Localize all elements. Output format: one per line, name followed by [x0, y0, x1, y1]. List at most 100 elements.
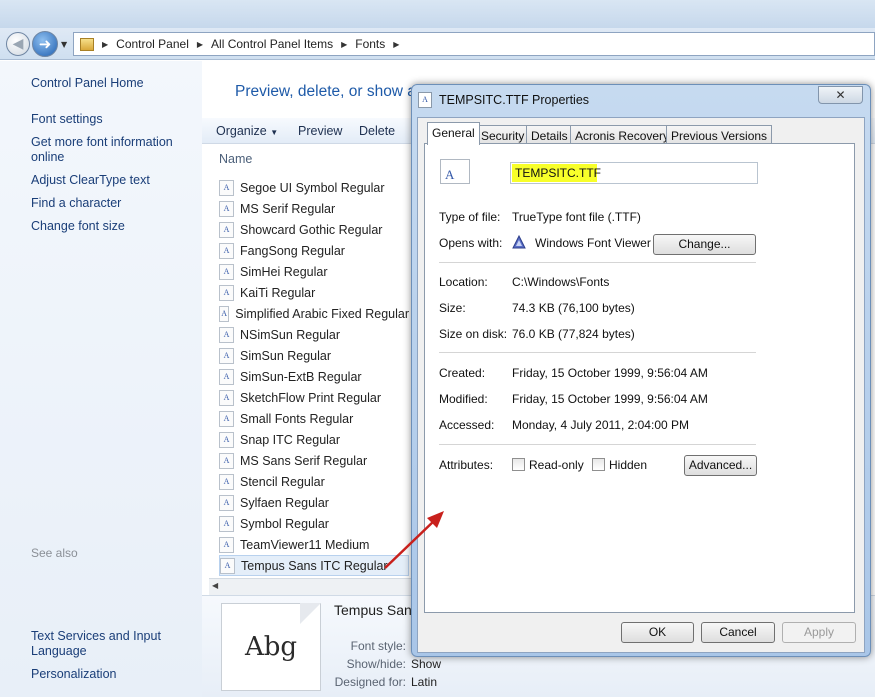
opens-with-label: Opens with:	[439, 236, 503, 250]
font-file-icon: A	[219, 389, 234, 406]
apply-button[interactable]: Apply	[782, 622, 856, 643]
file-name-value[interactable]: TEMPSITC.TTF	[512, 164, 601, 182]
font-list-item[interactable]: A SimHei Regular	[219, 261, 409, 282]
font-list-item[interactable]: A Simplified Arabic Fixed Regular	[219, 303, 409, 324]
read-only-label[interactable]: Read-only	[529, 458, 584, 472]
tab-previous-versions[interactable]: Previous Versions	[666, 125, 773, 144]
scroll-left-icon[interactable]: ◀	[212, 581, 218, 590]
font-name: SimSun-ExtB Regular	[240, 369, 362, 384]
designed-for-value: Latin	[411, 675, 438, 689]
font-file-icon: A	[219, 410, 234, 427]
font-name: Small Fonts Regular	[240, 411, 354, 426]
font-file-icon: A	[219, 326, 234, 343]
see-also-heading: See also	[31, 546, 78, 560]
font-file-icon: A	[219, 494, 234, 511]
font-list-item[interactable]: A Stencil Regular	[219, 471, 409, 492]
tab-details[interactable]: Details	[526, 125, 573, 144]
font-list-item[interactable]: A KaiTi Regular	[219, 282, 409, 303]
forward-button[interactable]: ➜	[32, 31, 58, 57]
font-name: MS Serif Regular	[240, 201, 336, 216]
location-value: C:\Windows\Fonts	[512, 275, 610, 289]
change-button[interactable]: Change...	[653, 234, 756, 255]
show-hide-value: Show	[411, 657, 442, 671]
breadcrumb-all-items[interactable]: All Control Panel Items	[211, 37, 333, 51]
address-bar[interactable]: ▶ Control Panel ▶ All Control Panel Item…	[73, 32, 875, 56]
breadcrumb-fonts[interactable]: Fonts	[355, 37, 385, 51]
font-list-item[interactable]: A Showcard Gothic Regular	[219, 219, 409, 240]
font-file-icon: A	[219, 200, 234, 217]
sidebar-link-personalization[interactable]: Personalization	[31, 667, 191, 682]
recent-pages-dropdown-icon[interactable]: ▼	[61, 40, 67, 49]
font-name: MS Sans Serif Regular	[240, 453, 368, 468]
font-list-item[interactable]: A FangSong Regular	[219, 240, 409, 261]
tab-security[interactable]: Security	[476, 125, 530, 144]
font-file-icon: A	[219, 347, 234, 364]
horizontal-scrollbar[interactable]: ◀	[209, 578, 414, 595]
read-only-checkbox[interactable]	[512, 458, 525, 471]
font-file-icon: A	[219, 431, 234, 448]
cancel-button[interactable]: Cancel	[701, 622, 775, 643]
chevron-right-icon[interactable]: ▶	[341, 40, 347, 49]
type-of-file-label: Type of file:	[439, 210, 501, 224]
column-header-name[interactable]: Name	[219, 152, 252, 166]
preview-button[interactable]: Preview	[298, 124, 342, 138]
organize-button[interactable]: Organize ▼	[216, 124, 278, 138]
font-name: TeamViewer11 Medium	[240, 537, 370, 552]
type-of-file-value: TrueType font file (.TTF)	[512, 210, 641, 224]
sidebar-link-change-font-size[interactable]: Change font size	[31, 219, 191, 234]
font-name: Showcard Gothic Regular	[240, 222, 383, 237]
control-panel-icon	[80, 37, 94, 51]
delete-button[interactable]: Delete	[359, 124, 395, 138]
font-list-item[interactable]: A NSimSun Regular	[219, 324, 409, 345]
ok-button[interactable]: OK	[621, 622, 694, 643]
sidebar-link-font-settings[interactable]: Font settings	[31, 112, 191, 127]
font-file-icon: A	[219, 515, 234, 532]
font-name: KaiTi Regular	[240, 285, 316, 300]
attributes-label: Attributes:	[439, 458, 494, 472]
chevron-right-icon[interactable]: ▶	[102, 40, 108, 49]
font-name: FangSong Regular	[240, 243, 345, 258]
chevron-right-icon[interactable]: ▶	[393, 40, 399, 49]
sidebar-link-control-panel-home[interactable]: Control Panel Home	[31, 76, 191, 91]
sidebar-link-find-character[interactable]: Find a character	[31, 196, 191, 211]
font-name: SimSun Regular	[240, 348, 332, 363]
font-file-icon: A	[219, 221, 234, 238]
sidebar-link-cleartype[interactable]: Adjust ClearType text	[31, 173, 191, 188]
hidden-checkbox[interactable]	[592, 458, 605, 471]
tab-general[interactable]: General	[427, 122, 480, 145]
font-list-item[interactable]: A Segoe UI Symbol Regular	[219, 177, 409, 198]
font-list-item[interactable]: A Small Fonts Regular	[219, 408, 409, 429]
font-name: Segoe UI Symbol Regular	[240, 180, 385, 195]
font-name: NSimSun Regular	[240, 327, 341, 342]
font-list-item[interactable]: A Snap ITC Regular	[219, 429, 409, 450]
chevron-right-icon[interactable]: ▶	[197, 40, 203, 49]
annotation-arrow	[384, 511, 444, 569]
font-viewer-icon	[512, 235, 526, 249]
font-list-item[interactable]: A MS Sans Serif Regular	[219, 450, 409, 471]
font-file-icon: A	[440, 159, 470, 184]
font-style-label: Font style:	[350, 639, 406, 653]
hidden-label[interactable]: Hidden	[609, 458, 647, 472]
tab-acronis-recovery[interactable]: Acronis Recovery	[570, 125, 675, 144]
navigation-bar: ◀ ➜ ▼ ▶ Control Panel ▶ All Control Pane…	[0, 28, 875, 60]
breadcrumb-control-panel[interactable]: Control Panel	[116, 37, 189, 51]
sidebar-link-more-font-info[interactable]: Get more font information online	[31, 135, 191, 165]
font-list-item[interactable]: A SimSun Regular	[219, 345, 409, 366]
designed-for-label: Designed for:	[334, 675, 406, 689]
font-file-icon: A	[219, 305, 230, 322]
font-list-item[interactable]: A MS Serif Regular	[219, 198, 409, 219]
sidebar-link-text-services[interactable]: Text Services and Input Language	[31, 629, 191, 659]
back-button[interactable]: ◀	[6, 32, 30, 56]
created-value: Friday, 15 October 1999, 9:56:04 AM	[512, 366, 708, 380]
font-list-item[interactable]: A SketchFlow Print Regular	[219, 387, 409, 408]
font-name: Snap ITC Regular	[240, 432, 341, 447]
advanced-button[interactable]: Advanced...	[684, 455, 757, 476]
font-name: SimHei Regular	[240, 264, 328, 279]
font-file-icon: A	[219, 179, 234, 196]
window-top-strip	[0, 0, 875, 28]
divider	[439, 262, 756, 263]
font-list-item[interactable]: A SimSun-ExtB Regular	[219, 366, 409, 387]
close-button[interactable]: ✕	[818, 86, 863, 104]
font-file-icon: A	[220, 557, 235, 574]
created-label: Created:	[439, 366, 486, 380]
